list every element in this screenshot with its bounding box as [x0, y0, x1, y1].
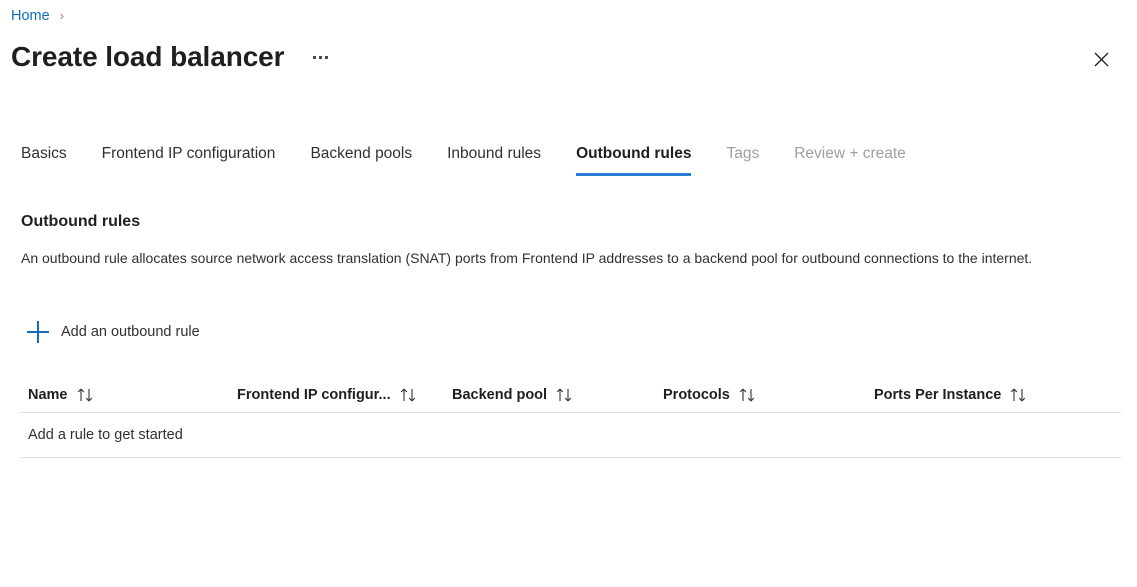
- close-blade-button[interactable]: [1085, 43, 1117, 75]
- column-header-label: Protocols: [663, 385, 730, 405]
- column-header-label: Name: [28, 385, 68, 405]
- column-header-label: Frontend IP configur...: [237, 385, 391, 405]
- tab-review-create[interactable]: Review + create: [794, 144, 906, 176]
- tab-label: Basics: [21, 145, 67, 162]
- more-options-button[interactable]: [306, 43, 334, 71]
- section-description: An outbound rule allocates source networ…: [21, 247, 1106, 269]
- tab-basics[interactable]: Basics: [21, 144, 67, 176]
- sort-updown-icon: [739, 388, 756, 402]
- table-empty-message: Add a rule to get started: [21, 425, 183, 445]
- tab-tags[interactable]: Tags: [726, 144, 759, 176]
- column-header-frontend-ip-configuration[interactable]: Frontend IP configur...: [237, 385, 452, 405]
- tab-outbound-rules[interactable]: Outbound rules: [576, 144, 691, 176]
- create-load-balancer-blade: Home › Create load balancer Basics Front…: [0, 0, 1137, 587]
- breadcrumb-link-home[interactable]: Home: [11, 5, 50, 27]
- tab-label: Inbound rules: [447, 145, 541, 162]
- outbound-rules-table: Name Frontend IP configur...: [21, 378, 1121, 458]
- sort-updown-icon: [77, 388, 94, 402]
- sort-updown-icon: [556, 388, 573, 402]
- title-row: Create load balancer: [11, 36, 334, 78]
- section-heading: Outbound rules: [21, 211, 140, 233]
- table-empty-row: Add a rule to get started: [21, 413, 1121, 458]
- plus-icon: [27, 321, 49, 343]
- column-header-backend-pool[interactable]: Backend pool: [452, 385, 663, 405]
- column-header-protocols[interactable]: Protocols: [663, 385, 874, 405]
- breadcrumb-chevron-icon: ›: [60, 5, 64, 27]
- close-icon: [1094, 52, 1109, 67]
- tab-label: Tags: [726, 145, 759, 162]
- tab-label: Frontend IP configuration: [102, 145, 276, 162]
- table-header-row: Name Frontend IP configur...: [21, 378, 1121, 413]
- column-header-label: Ports Per Instance: [874, 385, 1001, 405]
- column-header-label: Backend pool: [452, 385, 547, 405]
- page-title: Create load balancer: [11, 36, 284, 78]
- tab-label: Outbound rules: [576, 145, 691, 162]
- tab-frontend-ip-configuration[interactable]: Frontend IP configuration: [102, 144, 276, 176]
- wizard-tabs: Basics Frontend IP configuration Backend…: [21, 140, 941, 176]
- tab-backend-pools[interactable]: Backend pools: [310, 144, 412, 176]
- breadcrumb: Home ›: [11, 5, 64, 27]
- ellipsis-icon: [313, 56, 328, 59]
- column-header-ports-per-instance[interactable]: Ports Per Instance: [874, 385, 1114, 405]
- tab-inbound-rules[interactable]: Inbound rules: [447, 144, 541, 176]
- add-outbound-rule-label: Add an outbound rule: [61, 321, 200, 343]
- tab-label: Backend pools: [310, 145, 412, 162]
- sort-updown-icon: [400, 388, 417, 402]
- add-outbound-rule-button[interactable]: Add an outbound rule: [27, 318, 200, 346]
- sort-updown-icon: [1010, 388, 1027, 402]
- tab-label: Review + create: [794, 145, 906, 162]
- column-header-name[interactable]: Name: [21, 385, 237, 405]
